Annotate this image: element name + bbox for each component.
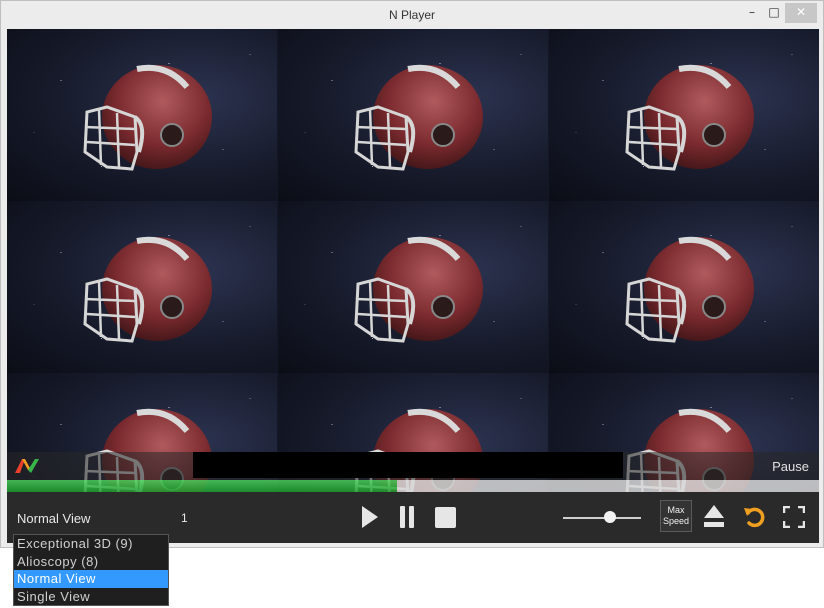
dropdown-option[interactable]: Alioscopy (8) [14, 553, 168, 571]
playback-status: Pause [772, 459, 809, 474]
football-helmet-icon [625, 64, 754, 171]
minimize-button[interactable]: – [741, 3, 763, 23]
seek-bar[interactable] [7, 480, 819, 492]
eject-icon[interactable] [703, 504, 725, 528]
maximize-button[interactable]: □ [763, 3, 785, 23]
status-bar: Pause [7, 452, 819, 480]
football-helmet-icon [354, 64, 483, 171]
window-title: N Player [388, 8, 435, 22]
volume-slider-knob[interactable] [603, 511, 616, 523]
view-mode-dropdown[interactable]: Exceptional 3D (9) Alioscopy (8) Normal … [13, 534, 169, 606]
close-button[interactable]: ✕ [785, 3, 817, 23]
repeat-icon[interactable] [743, 505, 767, 529]
play-icon[interactable] [361, 505, 379, 529]
fullscreen-icon[interactable] [783, 506, 805, 528]
video-tile [278, 201, 548, 373]
football-helmet-icon [83, 64, 212, 171]
football-helmet-icon [83, 236, 212, 343]
football-helmet-icon [354, 236, 483, 343]
view-value: 1 [181, 511, 188, 525]
video-tile [549, 201, 819, 373]
dropdown-option[interactable]: Normal View [14, 570, 168, 588]
app-logo-icon [15, 459, 39, 473]
video-tile [7, 201, 277, 373]
player-window: N Player – □ ✕ Pause Normal View 1 Max S… [0, 0, 824, 548]
view-mode-select[interactable]: Normal View [17, 511, 90, 526]
seek-bar-fill [7, 480, 397, 492]
title-bar[interactable]: N Player – □ ✕ [1, 1, 823, 29]
video-tile [549, 29, 819, 201]
info-bar [193, 452, 623, 478]
stop-icon[interactable] [435, 507, 456, 528]
dropdown-option[interactable]: Exceptional 3D (9) [14, 535, 168, 553]
football-helmet-icon [625, 236, 754, 343]
max-speed-label-1: Max [667, 505, 685, 515]
video-tile [7, 29, 277, 201]
video-tile [278, 29, 548, 201]
dropdown-option[interactable]: Single View [14, 588, 168, 606]
video-area[interactable]: Pause Normal View 1 Max Speed [7, 29, 819, 543]
volume-slider[interactable] [563, 517, 641, 519]
max-speed-label-2: Speed [662, 516, 690, 526]
pause-icon[interactable] [399, 506, 415, 528]
max-speed-button[interactable]: Max Speed [660, 500, 692, 532]
